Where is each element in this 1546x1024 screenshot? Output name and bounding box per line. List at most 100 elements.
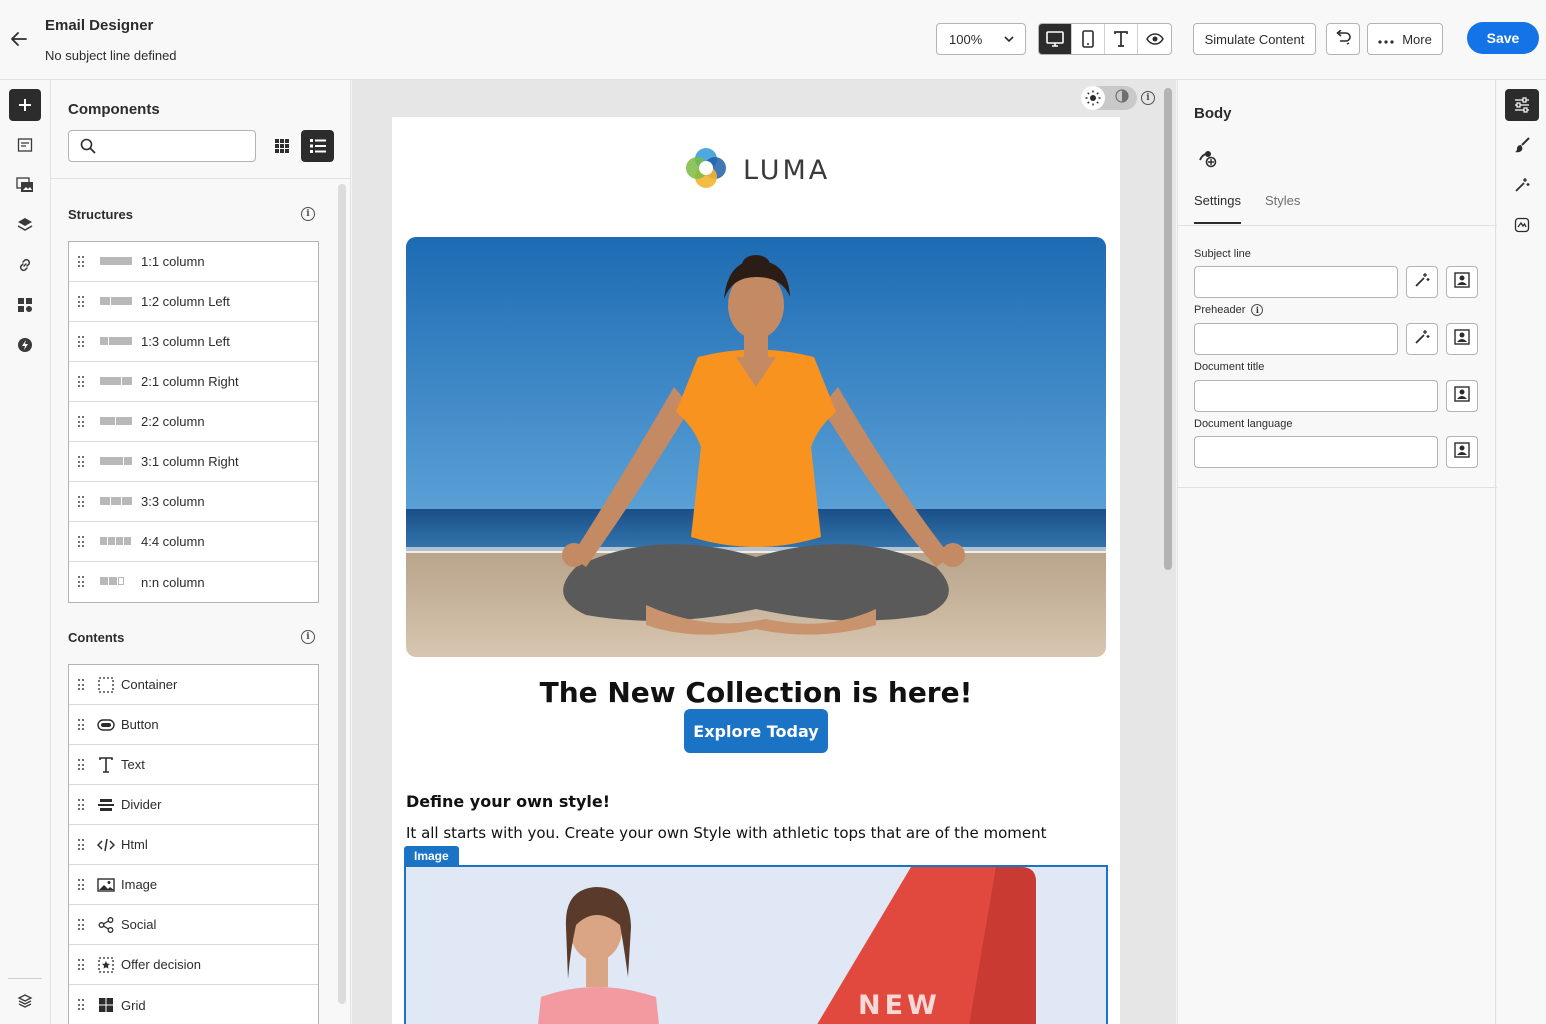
structure-label: 1:3 column Left bbox=[141, 334, 230, 349]
components-scrollbar[interactable] bbox=[338, 184, 346, 1004]
ai-assistant-icon[interactable] bbox=[1505, 169, 1539, 201]
code-icon bbox=[97, 836, 115, 854]
simulate-content-button[interactable]: Simulate Content bbox=[1193, 23, 1316, 55]
email-headline[interactable]: The New Collection is here! bbox=[392, 676, 1120, 709]
assets-icon[interactable] bbox=[9, 169, 41, 201]
structure-4-4-icon bbox=[100, 537, 131, 545]
subject-personalize-button[interactable] bbox=[1446, 266, 1478, 298]
tab-settings[interactable]: Settings bbox=[1194, 193, 1241, 224]
button-icon bbox=[97, 716, 115, 734]
drag-handle-icon[interactable] bbox=[78, 456, 84, 468]
content-item-grid[interactable]: Grid bbox=[69, 985, 318, 1024]
mobile-view-icon[interactable] bbox=[1072, 24, 1105, 54]
content-item-button[interactable]: Button bbox=[69, 705, 318, 745]
drag-handle-icon[interactable] bbox=[78, 496, 84, 508]
structure-item-3-1-right[interactable]: 3:1 column Right bbox=[69, 442, 318, 482]
document-title-input[interactable] bbox=[1194, 380, 1438, 412]
components-search-input[interactable] bbox=[68, 130, 256, 162]
drag-handle-icon[interactable] bbox=[78, 576, 84, 588]
email-subheading[interactable]: Define your own style! bbox=[406, 792, 610, 811]
content-item-html[interactable]: Html bbox=[69, 825, 318, 865]
content-item-offer-decision[interactable]: Offer decision bbox=[69, 945, 318, 985]
explore-today-button[interactable]: Explore Today bbox=[684, 709, 828, 753]
structure-item-4-4[interactable]: 4:4 column bbox=[69, 522, 318, 562]
drag-handle-icon[interactable] bbox=[78, 416, 84, 428]
drag-handle-icon[interactable] bbox=[78, 296, 84, 308]
subject-line-status: No subject line defined bbox=[45, 48, 177, 63]
document-language-input[interactable] bbox=[1194, 436, 1438, 468]
settings-sliders-icon[interactable] bbox=[1505, 89, 1539, 121]
preview-eye-icon[interactable] bbox=[1138, 24, 1171, 54]
structure-item-1-1[interactable]: 1:1 column bbox=[69, 242, 318, 282]
add-icon[interactable] bbox=[9, 89, 41, 121]
document-title-personalize-button[interactable] bbox=[1446, 380, 1478, 412]
drag-handle-icon[interactable] bbox=[78, 719, 84, 731]
subject-ai-button[interactable] bbox=[1406, 266, 1438, 298]
contents-info-icon[interactable]: i bbox=[301, 630, 315, 644]
list-view-icon[interactable] bbox=[301, 130, 334, 162]
text-view-icon[interactable] bbox=[1105, 24, 1138, 54]
canvas-scrollbar[interactable] bbox=[1164, 88, 1172, 570]
preheader-info-icon[interactable]: i bbox=[1251, 304, 1264, 316]
style-brush-icon[interactable] bbox=[1505, 129, 1539, 161]
email-body[interactable]: LUMA The New Collection is here! Explore… bbox=[392, 117, 1120, 1024]
tabs-divider bbox=[1178, 225, 1497, 226]
hero-image[interactable] bbox=[406, 237, 1106, 657]
drag-handle-icon[interactable] bbox=[78, 256, 84, 268]
document-language-label: Document language bbox=[1194, 418, 1292, 430]
content-item-image[interactable]: Image bbox=[69, 865, 318, 905]
drag-handle-icon[interactable] bbox=[78, 879, 84, 891]
drag-handle-icon[interactable] bbox=[78, 959, 84, 971]
grid-view-icon[interactable] bbox=[266, 130, 298, 162]
layers-icon[interactable] bbox=[9, 209, 41, 241]
drag-handle-icon[interactable] bbox=[78, 536, 84, 548]
structures-info-icon[interactable]: i bbox=[301, 207, 315, 221]
drag-handle-icon[interactable] bbox=[78, 376, 84, 388]
structure-item-1-2-left[interactable]: 1:2 column Left bbox=[69, 282, 318, 322]
theme-toggle[interactable] bbox=[1081, 86, 1137, 110]
drag-handle-icon[interactable] bbox=[78, 759, 84, 771]
preheader-input[interactable] bbox=[1194, 323, 1398, 355]
drag-handle-icon[interactable] bbox=[78, 999, 84, 1011]
email-body-text[interactable]: It all starts with you. Create your own … bbox=[406, 824, 1047, 842]
drag-handle-icon[interactable] bbox=[78, 799, 84, 811]
preheader-ai-button[interactable] bbox=[1406, 323, 1438, 355]
luma-logo[interactable]: LUMA bbox=[683, 145, 830, 196]
content-item-text[interactable]: Text bbox=[69, 745, 318, 785]
more-button[interactable]: More bbox=[1367, 23, 1443, 55]
drag-handle-icon[interactable] bbox=[78, 839, 84, 851]
preheader-personalize-button[interactable] bbox=[1446, 323, 1478, 355]
accessibility-check-icon[interactable] bbox=[1505, 209, 1539, 241]
subject-line-input[interactable] bbox=[1194, 266, 1398, 298]
undo-button[interactable] bbox=[1326, 23, 1360, 55]
structure-item-2-1-right[interactable]: 2:1 column Right bbox=[69, 362, 318, 402]
links-icon[interactable] bbox=[9, 249, 41, 281]
image-component-tag: Image bbox=[404, 846, 459, 865]
drag-handle-icon[interactable] bbox=[78, 679, 84, 691]
tab-styles[interactable]: Styles bbox=[1265, 193, 1300, 224]
help-icon[interactable] bbox=[9, 985, 41, 1017]
structure-item-3-3[interactable]: 3:3 column bbox=[69, 482, 318, 522]
desktop-view-icon[interactable] bbox=[1039, 24, 1072, 54]
dynamic-content-icon[interactable] bbox=[9, 329, 41, 361]
content-label: Container bbox=[121, 677, 178, 692]
apps-icon[interactable] bbox=[9, 289, 41, 321]
zoom-dropdown[interactable]: 100% bbox=[936, 23, 1026, 55]
selected-image-block[interactable]: NEW bbox=[404, 865, 1108, 1024]
app-title: Email Designer bbox=[45, 17, 154, 34]
content-item-social[interactable]: Social bbox=[69, 905, 318, 945]
content-item-container[interactable]: Container bbox=[69, 665, 318, 705]
content-item-divider[interactable]: Divider bbox=[69, 785, 318, 825]
drag-handle-icon[interactable] bbox=[78, 336, 84, 348]
drag-handle-icon[interactable] bbox=[78, 919, 84, 931]
structure-label: n:n column bbox=[141, 574, 205, 590]
fragments-icon[interactable] bbox=[9, 129, 41, 161]
canvas-info-icon[interactable]: i bbox=[1141, 91, 1155, 105]
banner-new-text: NEW bbox=[858, 990, 941, 1021]
document-language-personalize-button[interactable] bbox=[1446, 436, 1478, 468]
save-button[interactable]: Save bbox=[1467, 22, 1539, 54]
structure-item-2-2[interactable]: 2:2 column bbox=[69, 402, 318, 442]
structure-item-1-3-left[interactable]: 1:3 column Left bbox=[69, 322, 318, 362]
back-arrow-icon[interactable] bbox=[6, 26, 32, 52]
structure-item-n-n[interactable]: n:n column bbox=[69, 562, 318, 602]
